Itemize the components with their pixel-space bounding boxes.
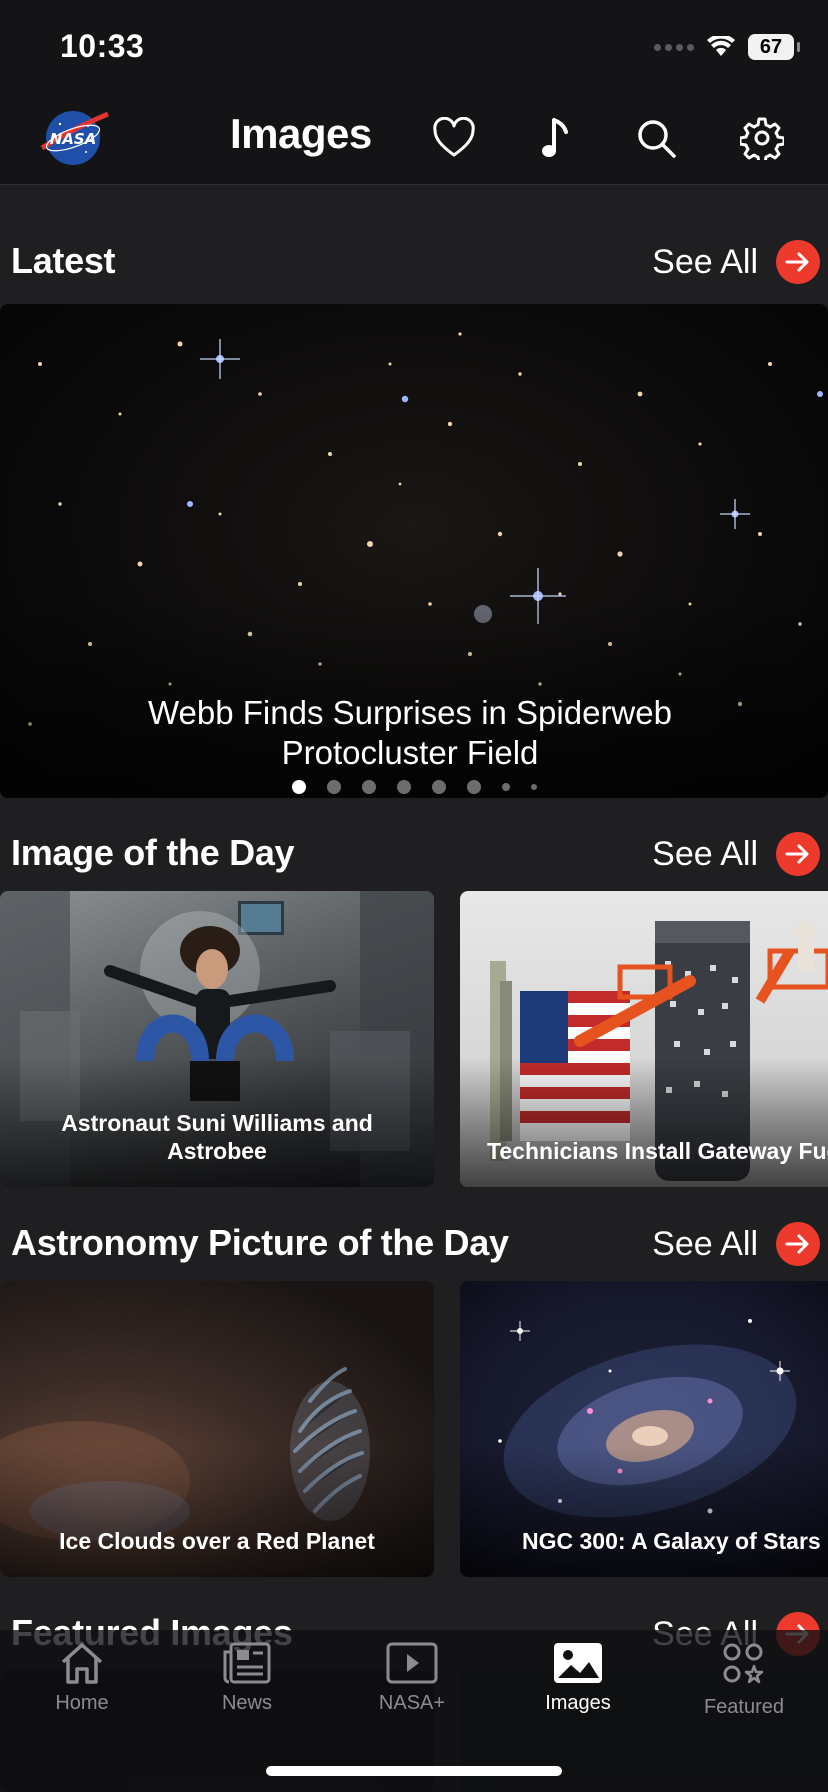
- image-card-astronaut[interactable]: Astronaut Suni Williams and Astrobee: [0, 891, 434, 1187]
- page-dot[interactable]: [466, 780, 481, 794]
- page-dot[interactable]: [361, 780, 376, 794]
- card-gradient: [460, 1447, 828, 1577]
- image-card-ice-clouds[interactable]: Ice Clouds over a Red Planet: [0, 1281, 434, 1577]
- tab-featured[interactable]: Featured: [674, 1640, 814, 1719]
- image-card-gateway[interactable]: Technicians Install Gateway Fuel Tanks: [460, 891, 828, 1187]
- tab-label: Featured: [703, 1696, 785, 1718]
- see-all-label: See All: [652, 1224, 758, 1263]
- newspaper-icon: [223, 1642, 271, 1684]
- tab-label: News: [221, 1692, 272, 1714]
- status-bar: 10:33 67: [0, 0, 828, 96]
- page-dot[interactable]: [326, 780, 341, 794]
- favorites-button[interactable]: [430, 114, 478, 162]
- image-card-ngc300[interactable]: NGC 300: A Galaxy of Stars: [460, 1281, 828, 1577]
- card-gradient: [0, 1447, 434, 1577]
- carousel-page-indicator[interactable]: [0, 780, 828, 794]
- tab-label: Home: [55, 1692, 109, 1714]
- wifi-icon: [707, 36, 735, 56]
- card-caption: Technicians Install Gateway Fuel Tanks: [487, 1138, 828, 1164]
- house-icon: [61, 1643, 103, 1684]
- home-indicator[interactable]: [266, 1766, 562, 1776]
- see-all-image-of-the-day-button[interactable]: See All: [652, 832, 820, 876]
- tab-nasa-plus[interactable]: NASA+: [342, 1640, 482, 1715]
- battery-icon: 67: [748, 34, 800, 60]
- arrow-right-icon: [776, 240, 820, 284]
- tab-label: NASA+: [378, 1692, 446, 1714]
- section-title-apod: Astronomy Picture of the Day: [11, 1222, 509, 1263]
- tab-home[interactable]: Home: [12, 1640, 152, 1715]
- card-caption: Ice Clouds over a Red Planet: [59, 1528, 375, 1554]
- see-all-latest-button[interactable]: See All: [652, 240, 820, 284]
- svg-text:NASA: NASA: [50, 130, 97, 148]
- page-dot[interactable]: [396, 780, 411, 794]
- page-dot[interactable]: [431, 780, 446, 794]
- page-dot[interactable]: [501, 783, 510, 791]
- page-dot[interactable]: [291, 780, 306, 794]
- arrow-right-icon: [776, 1222, 820, 1266]
- arrow-right-icon: [776, 832, 820, 876]
- card-caption: Astronaut Suni Williams and Astrobee: [61, 1110, 373, 1164]
- tab-news[interactable]: News: [177, 1640, 317, 1715]
- top-navigation-bar: NASA Images: [0, 96, 828, 185]
- see-all-label: See All: [652, 834, 758, 873]
- tab-images[interactable]: Images: [508, 1640, 648, 1715]
- featured-icon: [723, 1643, 764, 1684]
- status-time: 10:33: [60, 28, 145, 64]
- gear-icon: [740, 117, 784, 160]
- hero-caption: Webb Finds Surprises in Spiderweb Protoc…: [148, 694, 672, 771]
- page-title: Images: [230, 110, 372, 157]
- heart-icon: [433, 117, 475, 157]
- search-icon: [638, 120, 676, 158]
- music-note-icon: [542, 118, 568, 157]
- see-all-apod-button[interactable]: See All: [652, 1222, 820, 1266]
- section-title-image-of-the-day: Image of the Day: [11, 832, 295, 873]
- card-caption: NGC 300: A Galaxy of Stars: [522, 1528, 821, 1554]
- section-title-latest: Latest: [11, 240, 116, 281]
- nasa-logo-icon[interactable]: NASA: [40, 108, 110, 168]
- card-gradient: [460, 1057, 828, 1187]
- status-indicators: 67: [654, 34, 800, 60]
- page-dot[interactable]: [530, 784, 537, 790]
- audio-button[interactable]: [532, 114, 580, 162]
- tab-label: Images: [545, 1692, 611, 1714]
- see-all-label: See All: [652, 242, 758, 281]
- play-icon: [386, 1642, 438, 1684]
- photo-icon: [554, 1643, 602, 1683]
- search-button[interactable]: [632, 114, 680, 162]
- cellular-signal-icon: [654, 43, 694, 51]
- settings-button[interactable]: [738, 114, 786, 162]
